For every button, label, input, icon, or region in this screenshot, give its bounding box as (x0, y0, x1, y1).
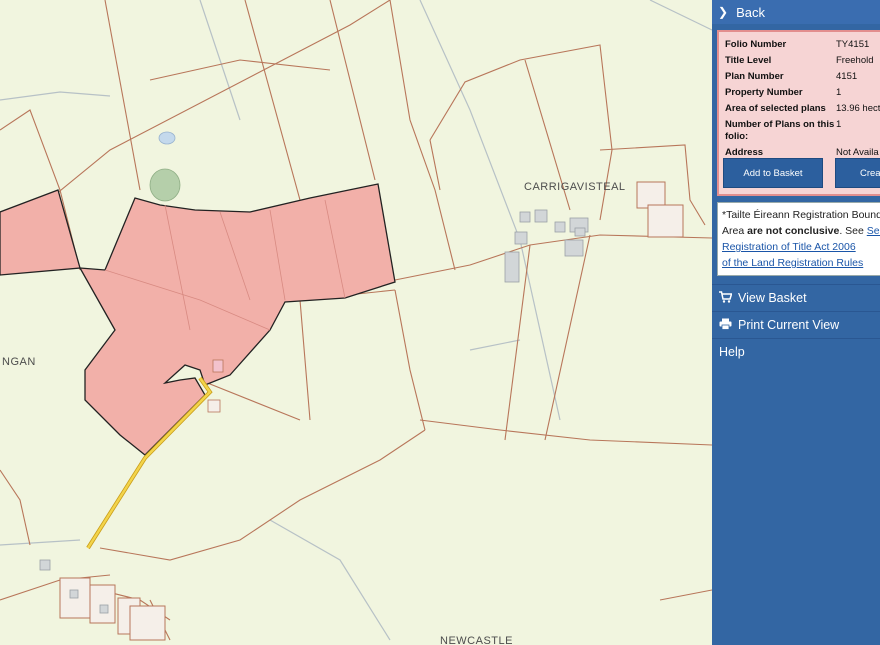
map-canvas[interactable] (0, 0, 712, 645)
print-current-view-button[interactable]: Print Current View (712, 311, 880, 338)
place-label-ngan: NGAN (2, 356, 36, 368)
note-line-3: Registration of Title Act 2006 (722, 239, 880, 255)
back-label: Back (736, 4, 765, 20)
section-link[interactable]: Sec (867, 225, 880, 237)
add-to-basket-button[interactable]: Add to Basket (723, 158, 823, 188)
chevron-right-icon: ❯ (718, 5, 729, 19)
place-label-newcastle: NEWCASTLE (440, 635, 513, 645)
help-label: Help (719, 345, 745, 359)
registration-act-link[interactable]: Registration of Title Act 2006 (722, 241, 856, 253)
note-line-2: Area are not conclusive. See Sec (722, 223, 880, 239)
land-registration-rules-link[interactable]: of the Land Registration Rules (722, 257, 863, 269)
create-button[interactable]: Crea (835, 158, 880, 188)
back-button[interactable]: ❯ Back (712, 0, 880, 24)
cart-icon (718, 290, 733, 306)
place-label-carrigavisteal: CARRIGAVISTEAL (524, 181, 626, 193)
print-icon (718, 318, 732, 333)
side-panel: ❯ Back Folio Number TY4151 Title Level F… (712, 0, 880, 645)
note-line-1: *Tailte Éireann Registration Bound (722, 209, 880, 221)
view-basket-button[interactable]: View Basket (712, 284, 880, 311)
view-basket-label: View Basket (738, 291, 807, 305)
note-line-4: of the Land Registration Rules (722, 255, 880, 271)
map-view[interactable]: CARRIGAVISTEAL NGAN NEWCASTLE (0, 0, 712, 645)
registration-note: *Tailte Éireann Registration Bound Area … (717, 202, 880, 276)
help-button[interactable]: Help (712, 338, 880, 365)
print-current-view-label: Print Current View (738, 318, 840, 332)
